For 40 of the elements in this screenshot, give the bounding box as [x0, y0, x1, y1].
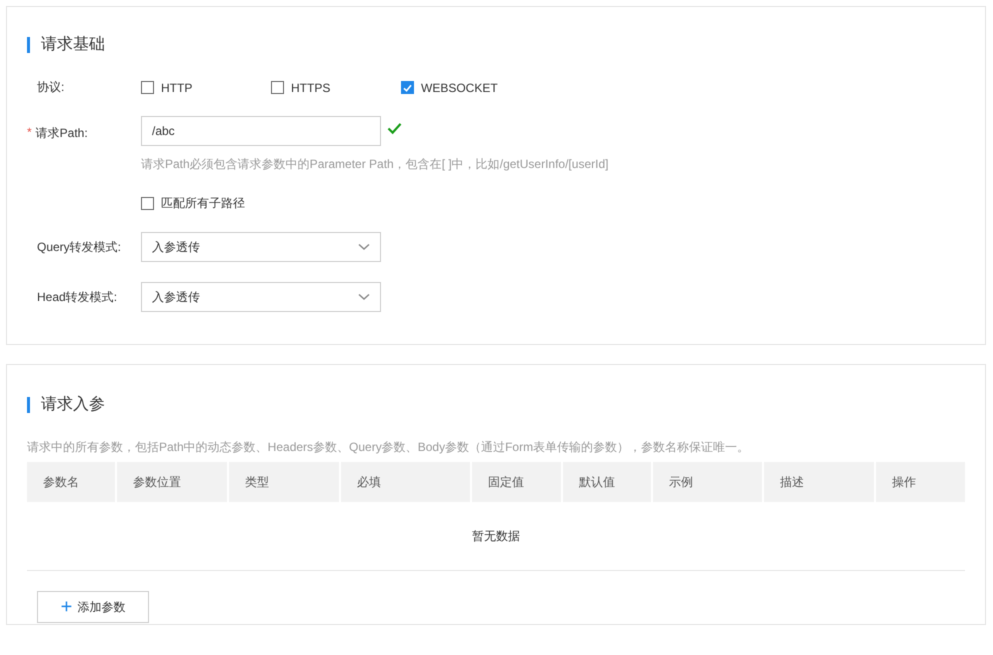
- column-header: 描述: [762, 462, 874, 502]
- field-label: 请求Path:: [36, 125, 88, 142]
- checkbox-icon[interactable]: [141, 81, 154, 94]
- empty-text: 暂无数据: [472, 528, 520, 544]
- column-header: 操作: [874, 462, 965, 502]
- checkbox-icon[interactable]: [271, 81, 284, 94]
- section-title: 请求入参: [27, 397, 965, 413]
- field-label: 协议:: [37, 79, 64, 96]
- section-title: 请求基础: [27, 37, 965, 53]
- checkbox-icon[interactable]: [401, 81, 414, 94]
- field-label: Head转发模式:: [37, 288, 118, 306]
- checkbox-label: 匹配所有子路径: [161, 195, 245, 212]
- mode-select[interactable]: 入参透传: [141, 282, 381, 312]
- checkbox-label: HTTP: [161, 80, 192, 94]
- chevron-down-icon: [358, 293, 370, 301]
- checkbox-icon[interactable]: [141, 197, 154, 210]
- checkbox-label: HTTPS: [291, 80, 330, 94]
- select-value: 入参透传: [152, 288, 200, 306]
- required-mark: *: [27, 125, 32, 141]
- column-header: 参数位置: [115, 462, 227, 502]
- checkbox-label: WEBSOCKET: [421, 80, 498, 94]
- protocol-checkbox[interactable]: WEBSOCKET: [401, 80, 531, 94]
- column-header: 固定值: [470, 462, 561, 502]
- column-header: 默认值: [561, 462, 651, 502]
- chevron-down-icon: [358, 243, 370, 251]
- plus-icon: +: [60, 597, 72, 617]
- path-input[interactable]: /abc: [141, 116, 381, 146]
- protocol-checkbox[interactable]: HTTPS: [271, 80, 401, 94]
- hint-text: 请求Path必须包含请求参数中的Parameter Path，包含在[ ]中，比如/getUserInfo/[userId]: [141, 156, 610, 173]
- column-header: 类型: [227, 462, 339, 502]
- select-value: 入参透传: [152, 238, 200, 256]
- column-header: 示例: [651, 462, 762, 502]
- mode-select[interactable]: 入参透传: [141, 232, 381, 262]
- column-header: 必填: [339, 462, 470, 502]
- protocol-checkbox[interactable]: HTTP: [141, 80, 271, 94]
- column-header: 参数名: [42, 474, 80, 490]
- description-text: 请求中的所有参数，包括Path中的动态参数、Headers参数、Query参数、Body参数（通过Form表单传输的参数），参数名称保证唯一。: [27, 439, 750, 456]
- field-label: Query转发模式:: [37, 238, 122, 256]
- add-param-button[interactable]: + 添加参数: [37, 591, 149, 623]
- match-checkbox[interactable]: 匹配所有子路径: [141, 195, 965, 212]
